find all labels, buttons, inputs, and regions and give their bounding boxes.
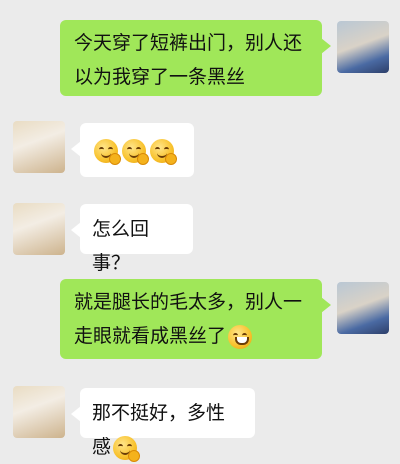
message-text: 怎么回事？ [92,218,150,274]
message-bubble-incoming[interactable] [71,123,194,177]
contact-avatar[interactable] [13,121,65,173]
message-bubble-outgoing[interactable]: 今天穿了短裤出门，别人还以为我穿了一条黑丝 [60,20,331,96]
message-bubble-outgoing[interactable]: 就是腿长的毛太多，别人一走眼就看成黑丝了 [60,279,331,359]
user-avatar[interactable] [337,21,389,73]
contact-avatar[interactable] [13,386,65,438]
message-text: 就是腿长的毛太多，别人一走眼就看成黑丝了 [74,291,303,347]
message-text: 那不挺好，多性感 [92,402,226,458]
thinking-hand-emoji [113,435,141,462]
thinking-hand-emoji [94,138,121,165]
message-bubble-incoming[interactable]: 那不挺好，多性感 [71,388,255,462]
contact-avatar[interactable] [13,203,65,255]
message-text: 今天穿了短裤出门，别人还以为我穿了一条黑丝 [74,32,303,88]
thinking-hand-emoji [150,138,177,165]
grinning-emoji [228,324,253,349]
thinking-hand-emoji [122,138,149,165]
message-bubble-incoming[interactable]: 怎么回事？ [71,204,193,274]
user-avatar[interactable] [337,282,389,334]
